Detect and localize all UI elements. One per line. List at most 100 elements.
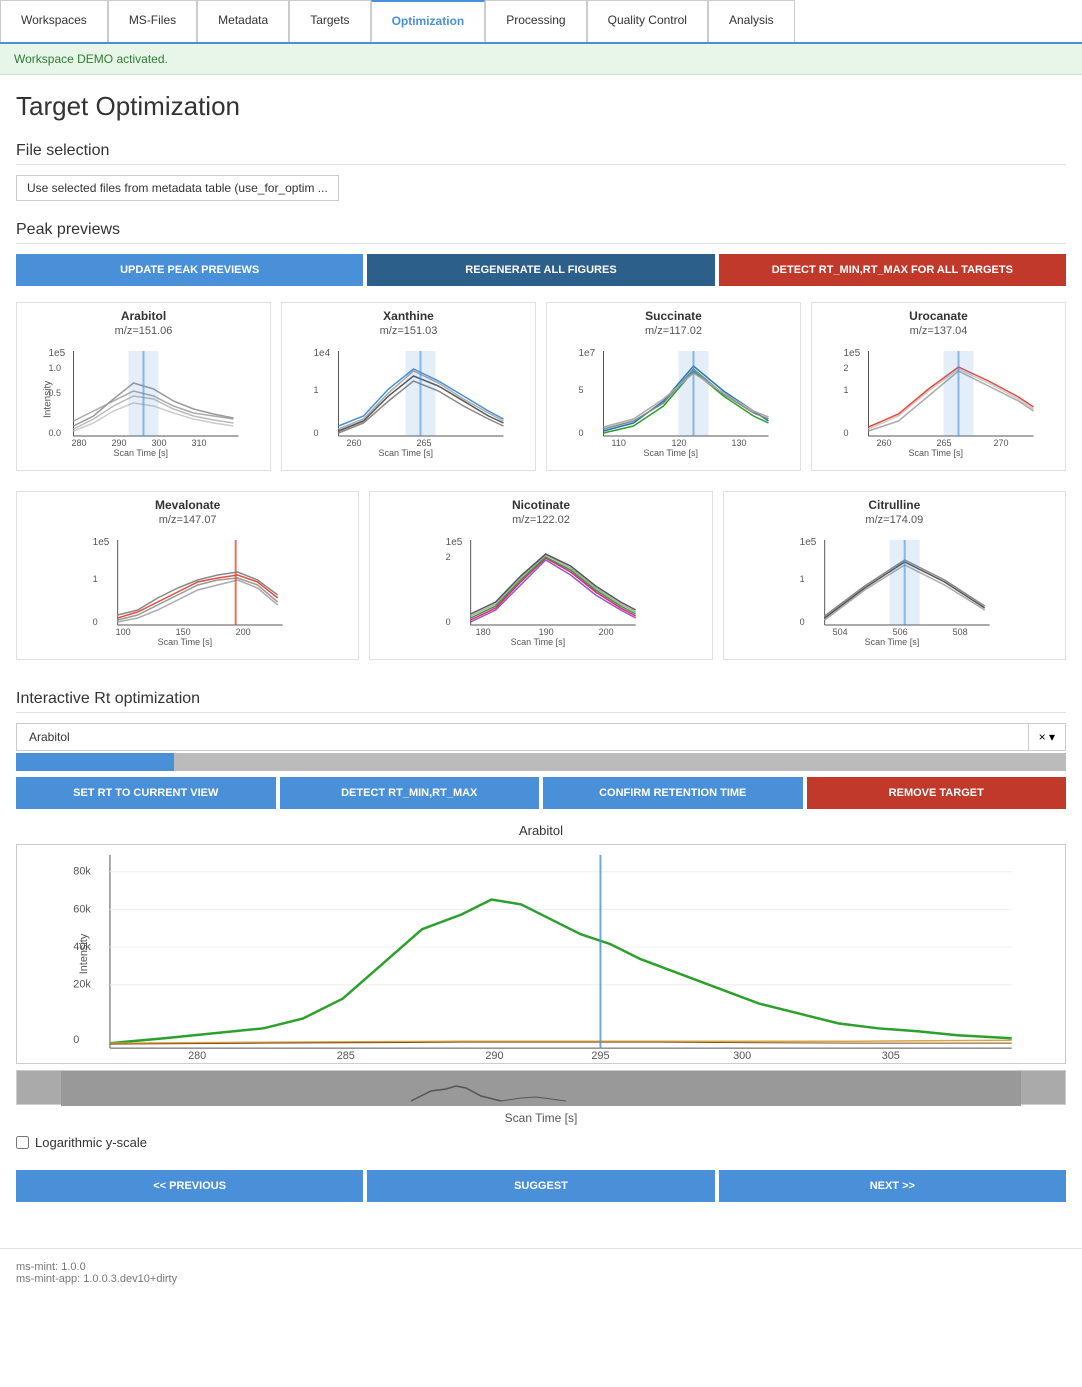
detect-rt-all-button[interactable]: DETECT RT_MIN,RT_MAX FOR ALL TARGETS bbox=[719, 254, 1066, 286]
ytick-20k: 20k bbox=[73, 979, 91, 991]
xtick: 265 bbox=[937, 438, 952, 448]
ytick: 0 bbox=[579, 428, 584, 438]
set-rt-button[interactable]: SET RT TO CURRENT VIEW bbox=[16, 777, 276, 809]
chart-citrulline: Citrulline m/z=174.09 1e5 1 0 504 506 50… bbox=[723, 491, 1066, 660]
chart-mevalonate: Mevalonate m/z=147.07 1e5 1 0 100 150 20… bbox=[16, 491, 359, 660]
target-close-button[interactable]: × ▾ bbox=[1028, 724, 1065, 750]
ytick: 2 bbox=[446, 552, 451, 562]
chart-succinate: Succinate m/z=117.02 1e7 5 0 110 120 130… bbox=[546, 302, 801, 471]
xtick: 310 bbox=[192, 438, 207, 448]
ytick: 0 bbox=[844, 428, 849, 438]
nav-bar: Workspaces MS-Files Metadata Targets Opt… bbox=[0, 0, 1082, 44]
update-peak-previews-button[interactable]: UPDATE PEAK PREVIEWS bbox=[16, 254, 363, 286]
rt-minimap[interactable] bbox=[16, 1070, 1066, 1105]
chart-citrulline-subtitle: m/z=174.09 bbox=[730, 514, 1059, 526]
scale: 1e5 bbox=[844, 348, 861, 359]
regenerate-all-figures-button[interactable]: REGENERATE ALL FIGURES bbox=[367, 254, 714, 286]
y-axis-label: Intensity bbox=[78, 933, 90, 974]
confirm-rt-button[interactable]: CONFIRM RETENTION TIME bbox=[543, 777, 803, 809]
xtick: 110 bbox=[612, 438, 626, 448]
chart-nicotinate-svg: 1e5 2 0 180 190 200 Scan Time [s] bbox=[376, 530, 705, 650]
chart-xanthine-subtitle: m/z=151.03 bbox=[288, 325, 529, 337]
nav-targets[interactable]: Targets bbox=[289, 0, 370, 42]
chart-xanthine-svg: 1e4 1 0 260 265 Scan Time [s] bbox=[288, 341, 529, 461]
nav-quality-control[interactable]: Quality Control bbox=[587, 0, 708, 42]
xtick-285: 285 bbox=[337, 1050, 355, 1062]
xtick: 180 bbox=[476, 627, 491, 637]
xtick: 120 bbox=[672, 438, 687, 448]
rt-action-buttons: SET RT TO CURRENT VIEW DETECT RT_MIN,RT_… bbox=[16, 777, 1066, 809]
xtick: 130 bbox=[732, 438, 747, 448]
suggest-button[interactable]: SUGGEST bbox=[367, 1170, 714, 1202]
chart-succinate-svg: 1e7 5 0 110 120 130 Scan Time [s] bbox=[553, 341, 794, 461]
chart-urocanate-title: Urocanate bbox=[818, 309, 1059, 323]
xtick: 265 bbox=[417, 438, 432, 448]
nav-buttons: << PREVIOUS SUGGEST NEXT >> bbox=[16, 1170, 1066, 1202]
rt-chart-area: 80k 60k 40k 20k 0 Intensity bbox=[16, 844, 1066, 1064]
chart-arabitol-svg: 1e5 Intensity 1.0 0.5 0.0 280 290 300 31… bbox=[23, 341, 264, 461]
file-selection-section: File selection Use selected files from m… bbox=[16, 142, 1066, 201]
chart-mevalonate-subtitle: m/z=147.07 bbox=[23, 514, 352, 526]
target-slider[interactable] bbox=[16, 753, 1066, 771]
xtick: 150 bbox=[176, 627, 191, 637]
chart-urocanate: Urocanate m/z=137.04 1e5 2 1 0 260 265 2… bbox=[811, 302, 1066, 471]
chart-nicotinate: Nicotinate m/z=122.02 1e5 2 0 180 190 20… bbox=[369, 491, 712, 660]
peak-previews-section: Peak previews UPDATE PEAK PREVIEWS REGEN… bbox=[16, 221, 1066, 660]
file-selection-title: File selection bbox=[16, 142, 1066, 165]
xtick: 200 bbox=[599, 627, 614, 637]
nav-ms-files[interactable]: MS-Files bbox=[108, 0, 197, 42]
xtick-280: 280 bbox=[188, 1050, 206, 1062]
ytick-60k: 60k bbox=[73, 903, 91, 915]
peak-preview-buttons: UPDATE PEAK PREVIEWS REGENERATE ALL FIGU… bbox=[16, 254, 1066, 286]
footer-line2: ms-mint-app: 1.0.0.3.dev10+dirty bbox=[16, 1273, 1066, 1285]
chart-arabitol-scale: 1e5 bbox=[49, 348, 66, 359]
ytick: 1 bbox=[844, 385, 849, 395]
xtick: 508 bbox=[952, 627, 967, 637]
x-axis-label: Scan Time [s] bbox=[864, 637, 919, 647]
nav-metadata[interactable]: Metadata bbox=[197, 0, 289, 42]
x-axis-label: Scan Time [s] bbox=[511, 637, 566, 647]
chart-urocanate-svg: 1e5 2 1 0 260 265 270 Scan Time [s] bbox=[818, 341, 1059, 461]
log-scale-row: Logarithmic y-scale bbox=[16, 1135, 1066, 1150]
file-select-button[interactable]: Use selected files from metadata table (… bbox=[16, 175, 339, 201]
xtick: 506 bbox=[892, 627, 907, 637]
rt-optimization-title: Interactive Rt optimization bbox=[16, 690, 1066, 713]
chart-xanthine: Xanthine m/z=151.03 1e4 1 0 260 265 Scan… bbox=[281, 302, 536, 471]
chart-citrulline-title: Citrulline bbox=[730, 498, 1059, 512]
target-selector: Arabitol × ▾ bbox=[16, 723, 1066, 751]
chart-citrulline-svg: 1e5 1 0 504 506 508 Scan Time [s] bbox=[730, 530, 1059, 650]
remove-target-button[interactable]: REMOVE TARGET bbox=[807, 777, 1067, 809]
chart-xanthine-title: Xanthine bbox=[288, 309, 529, 323]
page-title: Target Optimization bbox=[16, 91, 1066, 122]
previous-button[interactable]: << PREVIOUS bbox=[16, 1170, 363, 1202]
charts-row-1: Arabitol m/z=151.06 1e5 Intensity 1.0 0.… bbox=[16, 302, 1066, 471]
nav-processing[interactable]: Processing bbox=[485, 0, 586, 42]
nav-optimization[interactable]: Optimization bbox=[371, 0, 486, 42]
scale: 1e4 bbox=[314, 348, 331, 359]
xtick: 270 bbox=[994, 438, 1009, 448]
scale: 1e5 bbox=[446, 537, 463, 548]
xtick: 290 bbox=[112, 438, 127, 448]
rt-x-axis-label: Scan Time [s] bbox=[16, 1111, 1066, 1125]
nav-workspaces[interactable]: Workspaces bbox=[0, 0, 108, 42]
xtick: 190 bbox=[539, 627, 554, 637]
ytick-80k: 80k bbox=[73, 866, 91, 878]
x-axis-label: Scan Time [s] bbox=[909, 448, 964, 458]
chart-arabitol-y-label: Intensity bbox=[43, 381, 54, 418]
slider-blue-portion bbox=[16, 753, 174, 771]
chart-succinate-title: Succinate bbox=[553, 309, 794, 323]
chart-mevalonate-svg: 1e5 1 0 100 150 200 Scan Time [s] bbox=[23, 530, 352, 650]
chart-arabitol: Arabitol m/z=151.06 1e5 Intensity 1.0 0.… bbox=[16, 302, 271, 471]
ytick: 1.0 bbox=[49, 363, 62, 373]
rt-chart-title: Arabitol bbox=[16, 823, 1066, 838]
nav-analysis[interactable]: Analysis bbox=[708, 0, 795, 42]
rt-minimap-svg bbox=[17, 1071, 1065, 1106]
next-button[interactable]: NEXT >> bbox=[719, 1170, 1066, 1202]
ytick-0: 0 bbox=[73, 1034, 79, 1046]
detect-rt-button[interactable]: DETECT RT_MIN,RT_MAX bbox=[280, 777, 540, 809]
xtick-305: 305 bbox=[882, 1050, 900, 1062]
log-scale-checkbox[interactable] bbox=[16, 1136, 29, 1149]
scale: 1e5 bbox=[799, 537, 816, 548]
rt-optimization-section: Interactive Rt optimization Arabitol × ▾… bbox=[16, 690, 1066, 1202]
xtick: 300 bbox=[152, 438, 167, 448]
